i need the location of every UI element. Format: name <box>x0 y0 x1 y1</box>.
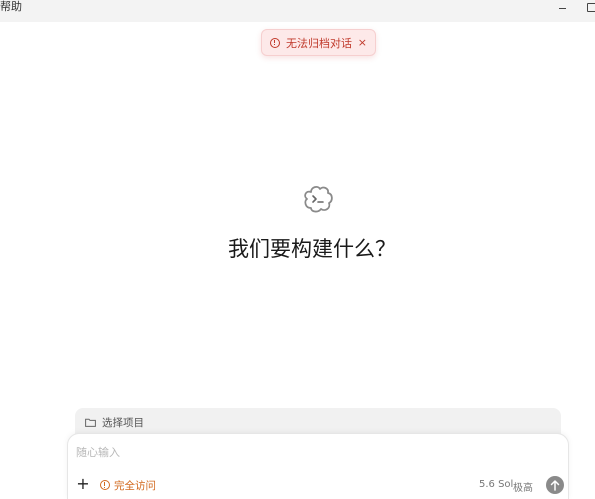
app-window: 帮助 无法归档对话 × 我们要构建什么？ 选择项目 + 完全访问 5.6 Sol… <box>0 0 595 499</box>
add-attachment-button[interactable]: + <box>76 476 90 492</box>
arrow-up-icon <box>550 480 560 491</box>
toast-close-button[interactable]: × <box>358 37 367 48</box>
reasoning-effort-selector[interactable]: 极高 <box>513 479 533 494</box>
access-mode-button[interactable]: 完全访问 <box>100 478 156 492</box>
model-selector[interactable]: 5.6 Sol <box>479 479 513 490</box>
project-selector[interactable]: 选择项目 <box>75 408 561 436</box>
composer: + 完全访问 5.6 Sol 极高 <box>67 433 569 499</box>
title-bar: 帮助 <box>0 0 595 22</box>
terminal-cloud-icon <box>304 185 333 213</box>
maximize-icon[interactable] <box>584 0 595 14</box>
minimize-icon[interactable] <box>555 0 569 14</box>
page-title: 我们要构建什么？ <box>228 237 396 261</box>
menu-help[interactable]: 帮助 <box>0 0 22 14</box>
error-toast: 无法归档对话 × <box>261 29 376 56</box>
send-button[interactable] <box>546 476 564 494</box>
toast-message: 无法归档对话 <box>286 36 352 50</box>
alert-circle-icon <box>270 37 280 48</box>
alert-circle-icon <box>100 480 110 490</box>
access-mode-label: 完全访问 <box>114 479 156 492</box>
project-selector-label: 选择项目 <box>102 416 144 429</box>
folder-icon <box>85 418 96 427</box>
message-input[interactable] <box>76 444 536 460</box>
